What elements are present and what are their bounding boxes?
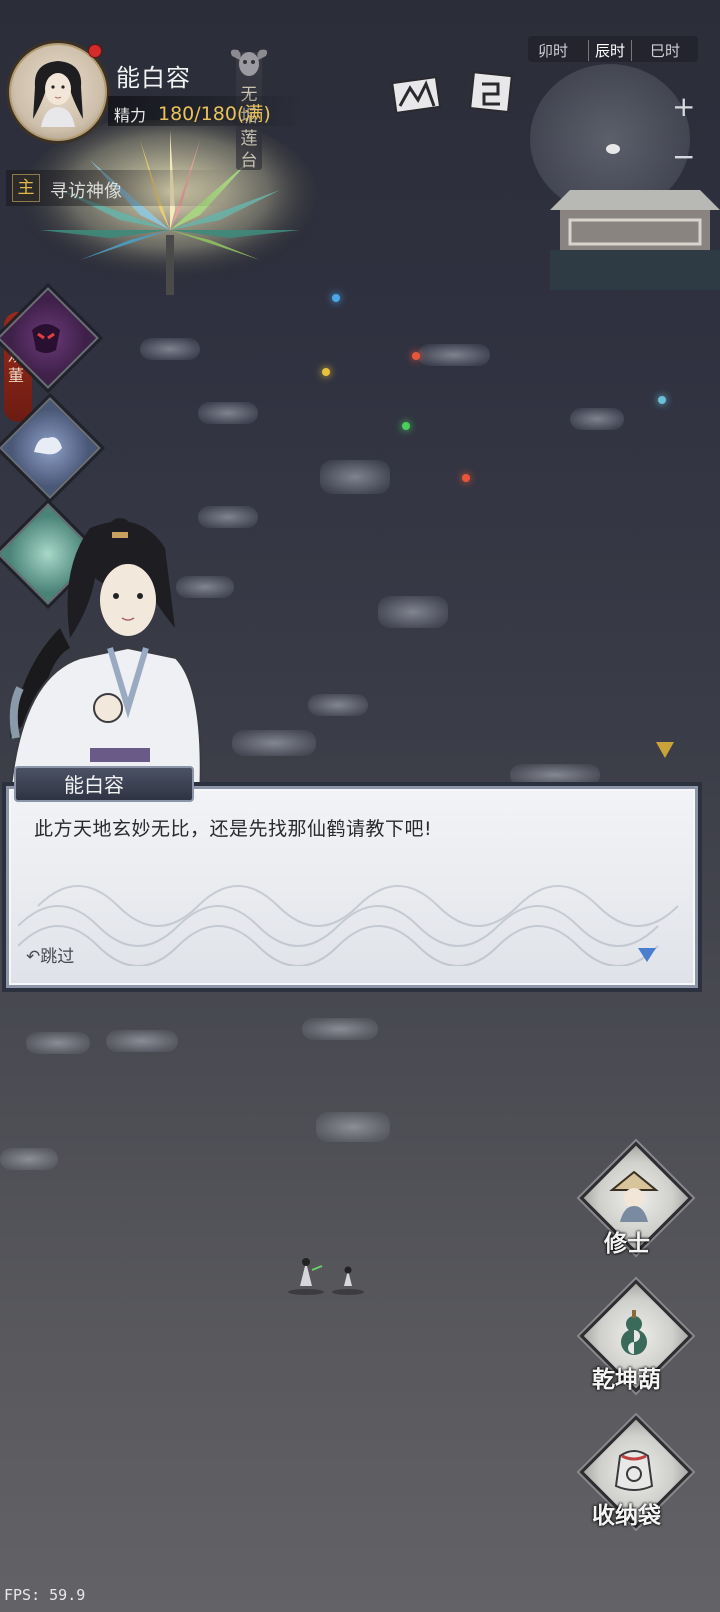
cloud — [320, 460, 390, 494]
cloud — [378, 596, 448, 628]
zoom-in-button[interactable]: + — [672, 90, 695, 123]
undo-arrow-icon: ↶ — [26, 947, 41, 967]
lotus-platform-image — [20, 120, 320, 295]
dialog-text: 此方天地玄妙无比，还是先找那仙鹤请教下吧! — [34, 818, 433, 840]
cloud — [198, 402, 258, 424]
skip-label: 跳过 — [40, 947, 75, 967]
gourd-icon — [621, 1310, 647, 1355]
cloud — [308, 694, 368, 716]
cloud — [570, 408, 624, 430]
main-quest-tag: 主 — [12, 174, 40, 202]
white-beast-icon — [34, 437, 62, 455]
avatar-portrait-image — [33, 61, 83, 127]
spark — [402, 422, 410, 430]
stamina-label: 精力 — [114, 106, 147, 125]
spark — [332, 294, 340, 302]
wave-pattern-image — [18, 885, 679, 966]
fps-counter: FPS: 59.9 — [4, 1586, 86, 1604]
spark — [322, 368, 330, 376]
cloud — [316, 1112, 390, 1142]
cloud — [140, 338, 200, 360]
speaker-name: 能白容 — [64, 773, 124, 797]
straw-hat-cultivator-icon — [609, 1170, 659, 1222]
player-map-marker-icon — [606, 144, 620, 154]
objective-marker-icon — [656, 742, 674, 758]
time-item: 卯时 — [538, 42, 569, 60]
cloud — [418, 344, 490, 366]
time-item: 巳时 — [650, 42, 681, 60]
spark — [462, 474, 470, 482]
gourd-nav-label[interactable]: 乾坤葫 — [592, 1360, 661, 1394]
storage-bag-nav-label[interactable]: 收纳袋 — [592, 1496, 661, 1530]
cloud — [510, 764, 600, 786]
demon-mask-icon — [32, 324, 60, 353]
spark — [412, 352, 420, 360]
cloud — [232, 730, 316, 756]
field-characters-image — [288, 1258, 364, 1295]
cloud — [106, 1030, 178, 1052]
mountain-scroll-icon[interactable] — [388, 66, 444, 122]
zoom-out-button[interactable]: − — [672, 140, 695, 173]
time-of-day-bar: 卯时 辰时 巳时 — [528, 36, 698, 62]
quest-title[interactable]: 寻访神像 — [50, 177, 122, 203]
player-name: 能白容 — [116, 64, 191, 92]
time-item-current: 辰时 — [588, 40, 633, 61]
skip-button[interactable]: ↶跳过 — [26, 942, 74, 967]
scroll-map-icon[interactable] — [462, 64, 518, 120]
next-dialog-arrow-icon[interactable] — [638, 948, 656, 962]
storage-bag-icon — [614, 1450, 654, 1491]
stamina-value: 180/180(满) — [158, 103, 271, 125]
cloud — [302, 1018, 378, 1040]
spark — [658, 396, 666, 404]
cultivator-nav-label[interactable]: 修士 — [604, 1224, 650, 1258]
temple-building-image — [550, 190, 720, 290]
cloud — [0, 1148, 58, 1170]
speaker-portrait-image — [8, 518, 202, 798]
sheep-skull-icon — [230, 49, 268, 76]
cloud — [26, 1032, 90, 1054]
notification-dot — [88, 44, 102, 58]
